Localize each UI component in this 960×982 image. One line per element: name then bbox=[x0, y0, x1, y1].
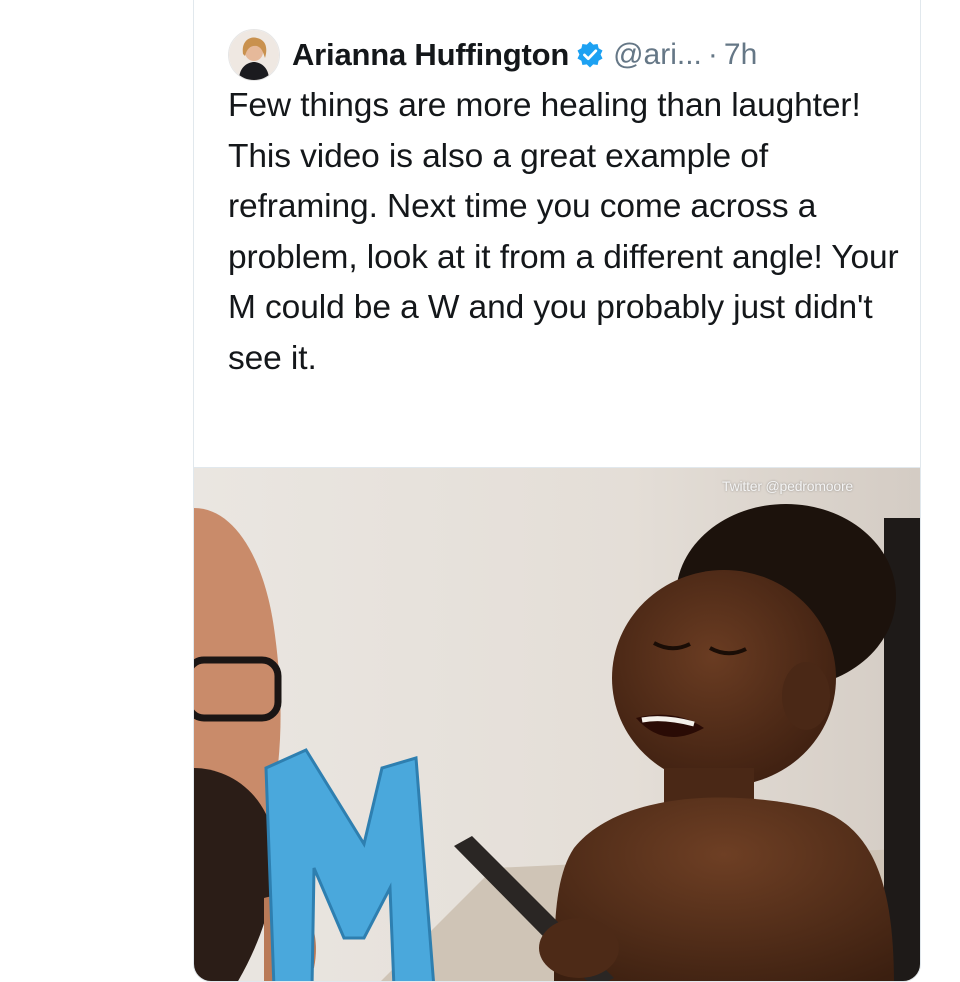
video-frame bbox=[194, 468, 920, 981]
author-handle[interactable]: @ari... bbox=[613, 38, 702, 72]
video-watermark: Twitter @pedromoore bbox=[722, 478, 854, 494]
verified-badge-icon bbox=[577, 41, 603, 68]
header-separator: · bbox=[707, 38, 718, 71]
tweet-timestamp[interactable]: 7h bbox=[724, 38, 757, 72]
author-avatar[interactable] bbox=[228, 29, 280, 81]
author-name[interactable]: Arianna Huffington bbox=[292, 37, 569, 73]
tweet-video[interactable]: Twitter @pedromoore bbox=[194, 467, 920, 981]
tweet-text: Few things are more healing than laughte… bbox=[228, 87, 899, 377]
tweet-card[interactable]: Arianna Huffington @ari... · 7h Few thin… bbox=[193, 0, 921, 982]
tweet-header: Arianna Huffington @ari... · 7h bbox=[228, 25, 757, 85]
